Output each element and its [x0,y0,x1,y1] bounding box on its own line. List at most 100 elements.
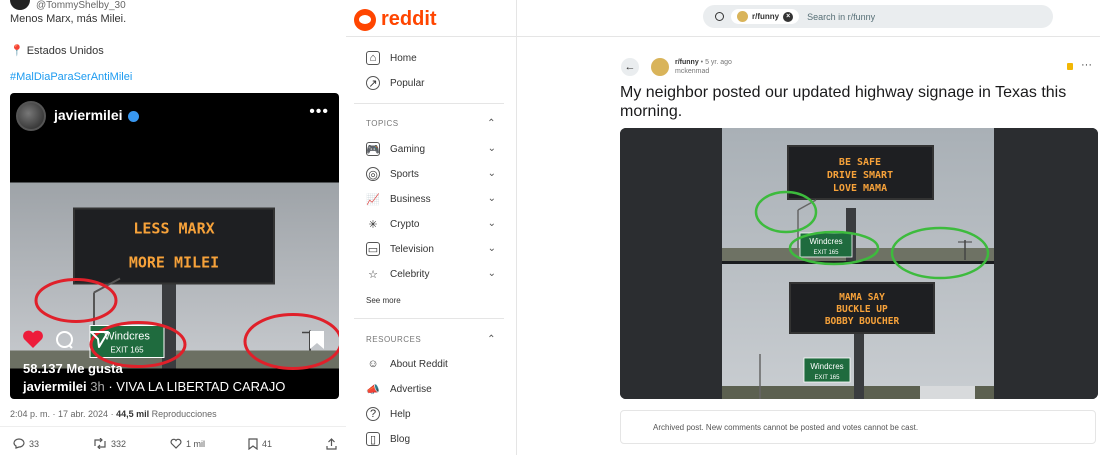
share-tweet-button[interactable] [326,438,337,450]
sports-icon: ◎ [366,167,380,181]
close-icon[interactable]: × [783,11,794,22]
arrow-left-icon: ← [624,61,636,73]
repost-icon [94,438,106,449]
sidebar-item-help[interactable]: ? Help [366,406,496,422]
repost-count: 332 [111,438,127,449]
blog-icon: ▯ [366,432,380,446]
location-pin-icon: 📍 [10,45,24,57]
like-icon [170,438,182,449]
bookmark-button[interactable]: 41 [248,438,272,450]
topics-heading[interactable]: TOPICS ⌃ [366,118,496,129]
location-text: Estados Unidos [26,45,104,57]
sidebar-item-about-reddit[interactable]: ☺ About Reddit [366,356,496,372]
ig-username[interactable]: javiermilei [54,107,139,123]
ig-action-bar [10,325,339,355]
bookmark-outline-icon [248,438,258,450]
chevron-down-icon: ⌄ [487,268,496,279]
subreddit-avatar[interactable] [651,58,669,76]
more-options-icon[interactable]: ••• [309,103,329,121]
sidebar-item-popular[interactable]: ↗ Popular [366,75,496,91]
sidebar-item-label: Help [390,408,411,420]
sidebar-item-advertise[interactable]: 📣 Advertise [366,381,496,397]
reddit-sidebar: reddit ⌂ Home ↗ Popular TOPICS ⌃ 🎮 Gaming ⌄ ◎… [346,0,517,455]
ig-like-count[interactable]: 58.137 Me gusta [23,361,123,376]
reply-count: 33 [29,438,40,449]
home-icon: ⌂ [366,51,380,65]
upload-icon [326,438,337,450]
post-author[interactable]: mckenmad [675,68,709,75]
reddit-snoo-icon [354,8,376,31]
sidebar-item-television[interactable]: ▭ Television ⌄ [366,241,496,257]
sidebar-item-label: Business [390,193,431,205]
sidebar-item-crypto[interactable]: ✳ Crypto ⌄ [366,216,496,232]
user-handle[interactable]: @TommyShelby_30 [36,0,126,11]
sidebar-item-gaming[interactable]: 🎮 Gaming ⌄ [366,141,496,157]
see-more-link[interactable]: See more [366,296,401,305]
chevron-down-icon: ⌄ [487,243,496,254]
ig-caption: javiermilei 3h · VIVA LA LIBERTAD CARAJO [23,379,285,394]
resources-heading[interactable]: RESOURCES ⌃ [366,334,496,345]
green-sign-exit: EXIT 165 [815,375,841,381]
sign-top-line-1: BE SAFE [839,157,881,168]
reply-icon [13,438,25,449]
celebrity-icon: ☆ [368,268,378,281]
heart-icon[interactable] [22,329,44,349]
sign-bottom-line-2: BUCKLE UP [836,304,888,315]
reply-button[interactable]: 33 [13,438,39,449]
search-icon [715,12,724,21]
business-icon: 📈 [366,193,380,206]
sidebar-item-home[interactable]: ⌂ Home [366,50,496,66]
sidebar-item-business[interactable]: 📈 Business ⌄ [366,191,496,207]
ig-caption-user[interactable]: javiermilei [23,379,87,394]
avatar[interactable] [10,0,30,10]
sign-bottom-line-1: MAMA SAY [839,292,885,303]
television-icon: ▭ [366,242,380,256]
chevron-up-icon: ⌃ [487,334,496,345]
sidebar-item-celebrity[interactable]: ☆ Celebrity ⌄ [366,266,496,282]
divider [354,103,504,104]
hashtag-link[interactable]: #MalDiaParaSerAntiMilei [10,71,132,83]
ig-photo[interactable]: LESS MARX MORE MILEI Windcres EXIT 165 [10,139,339,399]
more-options-icon[interactable]: ··· [1081,59,1092,71]
archived-notice: Archived post. New comments cannot be po… [620,410,1096,444]
chip-label: r/funny [752,12,780,21]
sidebar-item-label: About Reddit [390,358,448,370]
sidebar-item-label: Popular [390,77,425,89]
sign-bottom-line-3: BOBBY BOUCHER [825,316,900,327]
tweet-timestamp[interactable]: 2:04 p. m. · 17 abr. 2024 · [10,409,116,419]
gaming-icon: 🎮 [366,142,380,156]
green-sign-name: Windcres [810,362,843,371]
divider [0,426,346,427]
back-button[interactable]: ← [621,58,639,76]
tweet-text: Menos Marx, más Milei. [10,13,127,25]
ig-avatar[interactable] [16,101,46,131]
reddit-logo[interactable]: reddit [354,8,437,31]
subreddit-link[interactable]: r/funny [675,59,699,66]
like-count: 1 mil [186,438,206,449]
post-title[interactable]: My neighbor posted our updated highway s… [620,83,1070,121]
sidebar-item-label: Sports [390,168,419,180]
repost-button[interactable]: 332 [93,438,126,449]
reddit-post-view: r/funny × Search in r/funny ← r/funny • 5… [346,0,1100,455]
search-input[interactable]: r/funny × Search in r/funny [703,5,1053,28]
tweet-meta: 2:04 p. m. · 17 abr. 2024 · 44,5 mil Rep… [10,409,217,419]
sidebar-item-sports[interactable]: ◎ Sports ⌄ [366,166,496,182]
sidebar-item-blog[interactable]: ▯ Blog [366,431,496,447]
sign-top-line-2: DRIVE SMART [827,170,893,181]
like-button[interactable]: 1 mil [170,438,205,449]
search-placeholder: Search in r/funny [807,11,876,22]
post-subreddit-line: r/funny • 5 yr. ago [675,59,732,66]
sidebar-item-label: Advertise [390,383,432,395]
share-icon[interactable] [90,330,109,348]
tweet-location: 📍 Estados Unidos [10,44,104,57]
bookmark-icon[interactable] [309,330,325,350]
sign-line-2: MORE MILEI [129,254,219,272]
comment-icon[interactable] [55,330,74,349]
divider [354,318,504,319]
post-image[interactable]: BE SAFE DRIVE SMART LOVE MAMA Windcres E… [620,128,1098,399]
chevron-up-icon: ⌃ [487,118,496,129]
view-label: Reproducciones [149,409,217,419]
instagram-embed: javiermilei ••• LESS MARX MORE MILEI Win… [10,93,339,399]
subreddit-search-chip[interactable]: r/funny × [731,9,800,24]
award-icon[interactable] [1067,63,1073,70]
